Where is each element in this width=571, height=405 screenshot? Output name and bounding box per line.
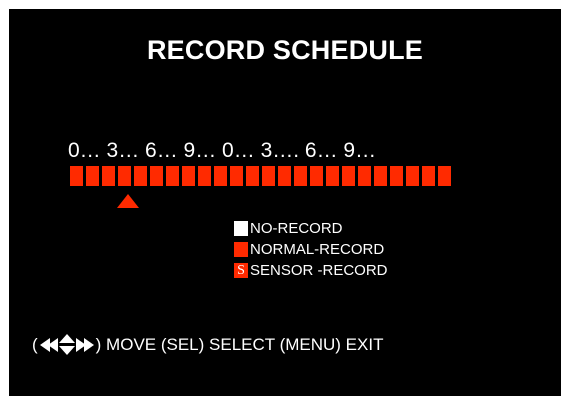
- schedule-slot-14[interactable]: [294, 166, 307, 186]
- up-arrow-icon: [58, 334, 75, 343]
- schedule-slot-7[interactable]: [182, 166, 195, 186]
- up-down-icon: [58, 334, 75, 355]
- page-title: RECORD SCHEDULE: [146, 35, 424, 65]
- schedule-slot-5[interactable]: [150, 166, 163, 186]
- down-arrow-icon: [58, 346, 75, 355]
- sensor-record-label: SENSOR -RECORD: [250, 262, 388, 279]
- normal-record-swatch: [234, 242, 248, 257]
- schedule-slot-23[interactable]: [438, 166, 451, 186]
- schedule-slot-17[interactable]: [342, 166, 355, 186]
- schedule-slot-20[interactable]: [390, 166, 403, 186]
- schedule-slot-1[interactable]: [86, 166, 99, 186]
- schedule-slot-9[interactable]: [214, 166, 227, 186]
- slot-cursor-icon: [117, 194, 139, 208]
- legend-sensor-record: S SENSOR -RECORD: [234, 260, 388, 281]
- legend-no-record: NO-RECORD: [234, 218, 388, 239]
- hour-scale: 0… 3… 6… 9… 0… 3…. 6… 9…: [68, 139, 377, 162]
- schedule-slot-18[interactable]: [358, 166, 371, 186]
- schedule-slot-22[interactable]: [422, 166, 435, 186]
- help-text: ) MOVE (SEL) SELECT (MENU) EXIT: [95, 334, 384, 354]
- schedule-timeline[interactable]: [70, 166, 451, 186]
- record-schedule-screen: RECORD SCHEDULE 0… 3… 6… 9… 0… 3…. 6… 9……: [9, 9, 561, 396]
- schedule-slot-13[interactable]: [278, 166, 291, 186]
- schedule-slot-0[interactable]: [70, 166, 83, 186]
- no-record-label: NO-RECORD: [250, 220, 343, 237]
- schedule-slot-19[interactable]: [374, 166, 387, 186]
- schedule-slot-16[interactable]: [326, 166, 339, 186]
- help-bar: ( ) MOVE (SEL) SELECT (MENU) EXIT: [32, 334, 383, 355]
- schedule-slot-6[interactable]: [166, 166, 179, 186]
- schedule-slot-3[interactable]: [118, 166, 131, 186]
- legend: NO-RECORD NORMAL-RECORD S SENSOR -RECORD: [234, 218, 388, 281]
- schedule-slot-2[interactable]: [102, 166, 115, 186]
- schedule-slot-10[interactable]: [230, 166, 243, 186]
- schedule-slot-15[interactable]: [310, 166, 323, 186]
- sensor-record-swatch: S: [234, 263, 248, 278]
- normal-record-label: NORMAL-RECORD: [250, 241, 385, 258]
- no-record-swatch: [234, 221, 248, 236]
- schedule-slot-12[interactable]: [262, 166, 275, 186]
- nav-arrows: [39, 334, 94, 355]
- schedule-slot-4[interactable]: [134, 166, 147, 186]
- legend-normal-record: NORMAL-RECORD: [234, 239, 388, 260]
- help-open-paren: (: [32, 334, 38, 354]
- forward-right-icon: [83, 337, 94, 352]
- schedule-slot-21[interactable]: [406, 166, 419, 186]
- rewind-left-icon: [47, 337, 58, 352]
- schedule-slot-11[interactable]: [246, 166, 259, 186]
- schedule-slot-8[interactable]: [198, 166, 211, 186]
